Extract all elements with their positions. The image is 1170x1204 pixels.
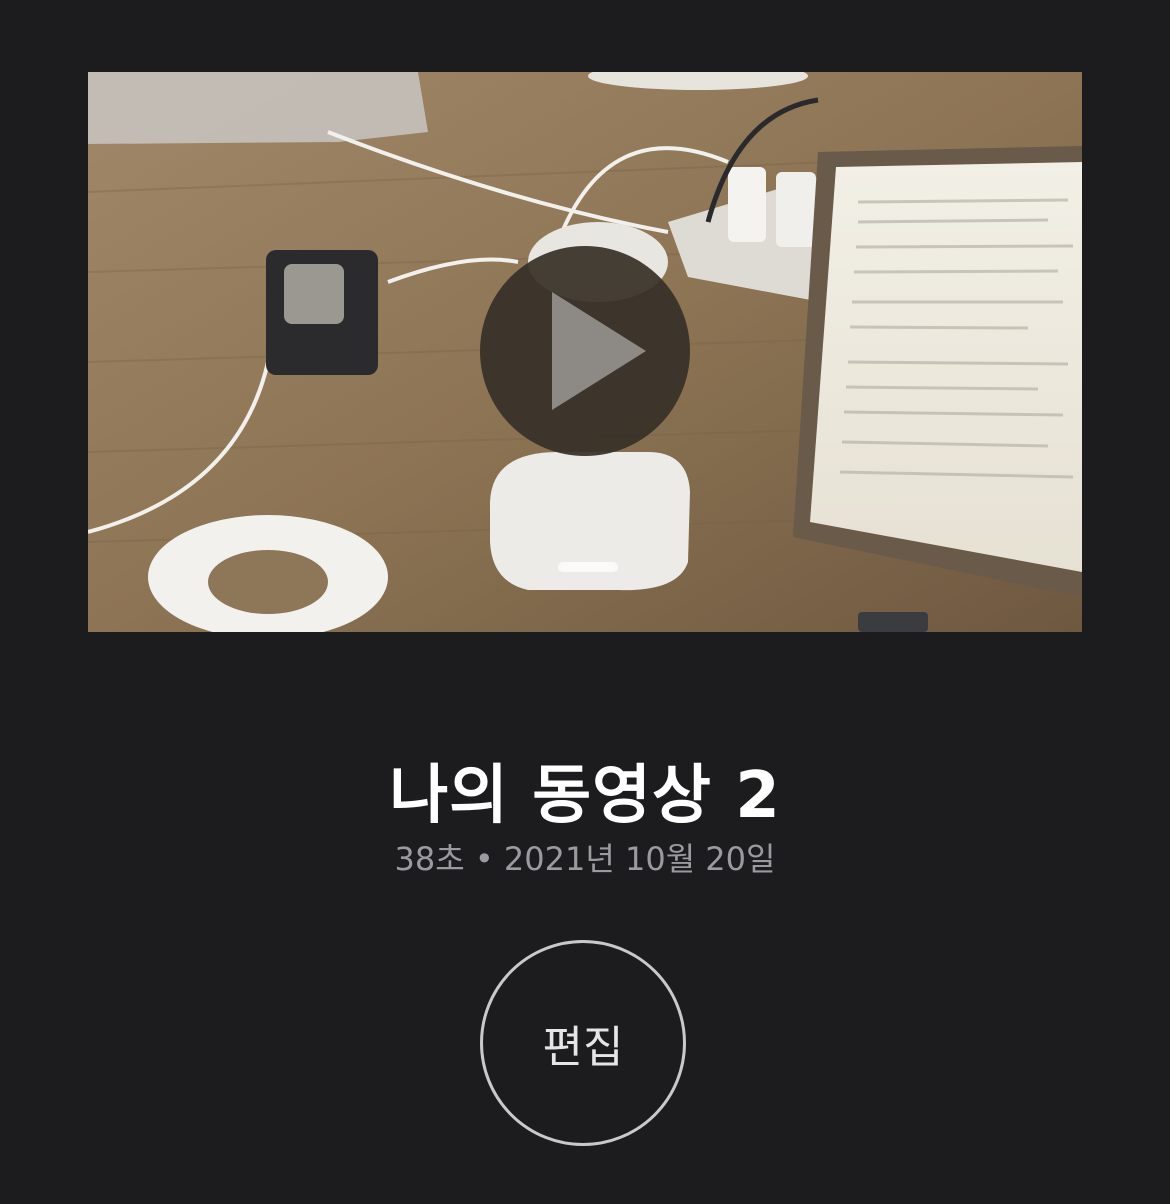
- play-icon: [552, 292, 646, 410]
- video-title: 나의 동영상 2: [389, 759, 781, 833]
- video-meta: 38초 • 2021년 10월 20일: [0, 838, 1170, 880]
- play-button[interactable]: [480, 246, 690, 456]
- video-detail-page: 나의 동영상 2 38초 • 2021년 10월 20일 편집: [0, 0, 1170, 1204]
- video-duration: 38초: [394, 840, 465, 878]
- video-date: 2021년 10월 20일: [503, 840, 776, 878]
- meta-separator: •: [474, 840, 494, 878]
- edit-button[interactable]: 편집: [480, 940, 686, 1146]
- video-thumbnail[interactable]: [88, 72, 1082, 632]
